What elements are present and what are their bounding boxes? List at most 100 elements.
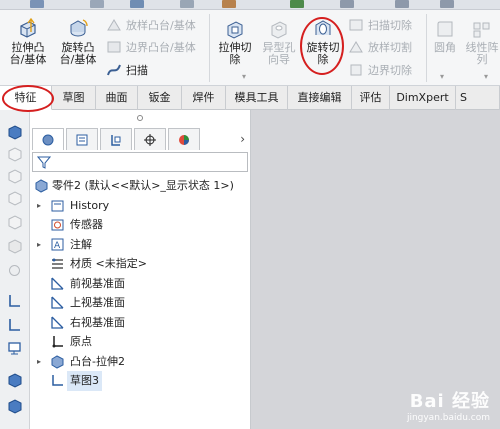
boundary-cut-label: 边界切除	[368, 64, 412, 77]
linear-pattern-button[interactable]: 线性阵 列	[464, 18, 500, 66]
hole-wizard-label: 异型孔 向导	[262, 41, 296, 66]
tab-feature-manager[interactable]	[32, 128, 64, 150]
graphics-area[interactable]: Bai 经验 jingyan.baidu.com	[251, 110, 500, 429]
tree-item-history[interactable]: ▸ History	[30, 196, 251, 216]
tree-item-annotations[interactable]: ▸ A 注解	[30, 235, 251, 255]
sweep-button[interactable]: 扫描	[106, 61, 148, 79]
gear-icon[interactable]	[6, 262, 23, 279]
filter-icon	[37, 156, 51, 169]
tab-weldments[interactable]: 焊件	[182, 86, 226, 110]
extrude-boss-icon	[20, 18, 36, 38]
fillet-button[interactable]: 圆角	[430, 18, 460, 54]
lofted-cut-button[interactable]: 放样切割	[348, 38, 412, 56]
tree-item-front-plane[interactable]: 前视基准面	[30, 274, 251, 294]
cube-outline-icon[interactable]	[6, 190, 23, 207]
boundary-boss-button[interactable]: 边界凸台/基体	[106, 38, 196, 56]
toolbar-icon[interactable]	[440, 0, 454, 8]
sketch-icon[interactable]	[6, 316, 23, 333]
tab-evaluate[interactable]: 评估	[352, 86, 390, 110]
extrude-cut-button[interactable]: 拉伸切 除	[214, 18, 256, 66]
tree-item-right-plane[interactable]: 右视基准面	[30, 313, 251, 333]
boundary-cut-button[interactable]: 边界切除	[348, 61, 412, 79]
toolbar-icon[interactable]	[90, 0, 104, 8]
origin-icon	[52, 336, 63, 348]
part-icon	[35, 179, 48, 193]
chevron-right-icon[interactable]: ›	[240, 132, 245, 146]
tree-item-top-plane[interactable]: 上视基准面	[30, 293, 251, 313]
tree-item-label: 上视基准面	[70, 296, 125, 309]
tree-item-origin[interactable]: 原点	[30, 332, 251, 352]
chevron-down-icon[interactable]: ▾	[484, 72, 488, 81]
tab-configuration-manager[interactable]	[100, 128, 132, 150]
toolbar-icon[interactable]	[395, 0, 409, 8]
tree-item-label: 注解	[70, 237, 92, 251]
tab-surfaces[interactable]: 曲面	[96, 86, 138, 110]
cube-view-icon[interactable]	[6, 124, 23, 141]
boundary-boss-icon	[107, 41, 121, 53]
extrude-boss-label: 拉伸凸 台/基体	[9, 41, 47, 66]
part-icon[interactable]	[6, 372, 23, 389]
filter-input[interactable]	[32, 152, 248, 172]
chevron-down-icon[interactable]: ▾	[440, 72, 444, 81]
toolbar-icon[interactable]	[340, 0, 354, 8]
expand-icon[interactable]: ▸	[34, 352, 44, 372]
toolbar-icon[interactable]	[222, 0, 236, 8]
revolve-boss-icon	[70, 19, 88, 37]
tab-property-manager[interactable]	[66, 128, 98, 150]
toolbar-icon[interactable]	[130, 0, 144, 8]
panel-tabs: ›	[32, 128, 249, 152]
toolbar-icon[interactable]	[30, 0, 44, 8]
material-icon	[52, 258, 63, 269]
tab-dimxpert[interactable]: DimXpert	[390, 86, 456, 110]
highlight-features-tab	[2, 85, 54, 112]
display-icon[interactable]	[6, 340, 23, 357]
tab-direct-editing[interactable]: 直接编辑	[288, 86, 352, 110]
tree-item-label: 传感器	[70, 218, 103, 231]
pin-icon[interactable]	[137, 115, 143, 121]
tab-sheet-metal[interactable]: 钣金	[138, 86, 182, 110]
sketch-icon[interactable]	[6, 292, 23, 309]
loft-boss-button[interactable]: 放样凸台/基体	[106, 16, 196, 34]
sweep-icon	[107, 64, 121, 76]
cube-outline-icon[interactable]	[6, 146, 23, 163]
hole-wizard-icon	[271, 21, 287, 39]
expand-icon[interactable]: ▸	[34, 235, 44, 255]
highlight-revolve-cut	[300, 17, 344, 75]
revolve-boss-label: 旋转凸 台/基体	[59, 41, 97, 66]
chevron-down-icon[interactable]: ▾	[242, 72, 246, 81]
cube-outline-icon[interactable]	[6, 214, 23, 231]
watermark-brand: Bai 经验	[409, 391, 490, 412]
expand-icon[interactable]: ▸	[34, 196, 44, 216]
sensor-icon	[51, 219, 64, 231]
folder-icon	[51, 200, 64, 211]
tree-root-part[interactable]: 零件2 (默认<<默认>_显示状态 1>)	[30, 176, 251, 196]
toolbar-icon[interactable]	[180, 0, 194, 8]
tree-item-sketch3[interactable]: 草图3	[30, 371, 251, 391]
panel-header	[30, 110, 250, 126]
fillet-label: 圆角	[434, 41, 456, 54]
cube-outline-icon[interactable]	[6, 238, 23, 255]
extrude-boss-button[interactable]: 拉伸凸 台/基体	[6, 18, 50, 66]
part-icon[interactable]	[6, 398, 23, 415]
plane-icon	[51, 316, 64, 329]
linear-pattern-icon	[473, 22, 490, 38]
toolbar-icon[interactable]	[290, 0, 304, 8]
swept-cut-icon	[349, 19, 363, 31]
tab-mold-tools[interactable]: 模具工具	[226, 86, 288, 110]
tree-item-material[interactable]: 材质 <未指定>	[30, 254, 251, 274]
tab-dimxpert-manager[interactable]	[134, 128, 166, 150]
revolve-boss-button[interactable]: 旋转凸 台/基体	[55, 18, 101, 66]
cube-outline-icon[interactable]	[6, 168, 23, 185]
tab-more[interactable]: S	[456, 86, 500, 110]
swept-cut-button[interactable]: 扫描切除	[348, 16, 412, 34]
tree-item-label: 草图3	[67, 371, 102, 391]
fillet-icon	[437, 21, 453, 37]
tab-sketch[interactable]: 草图	[52, 86, 96, 110]
loft-boss-label: 放样凸台/基体	[126, 19, 196, 32]
tree-item-sensors[interactable]: 传感器	[30, 215, 251, 235]
view-toolbar	[0, 110, 30, 429]
tab-display-manager[interactable]	[168, 128, 200, 150]
hole-wizard-button[interactable]: 异型孔 向导	[258, 18, 300, 66]
tree-item-boss-extrude[interactable]: ▸ 凸台-拉伸2	[30, 352, 251, 372]
extrude-cut-icon	[227, 21, 243, 39]
